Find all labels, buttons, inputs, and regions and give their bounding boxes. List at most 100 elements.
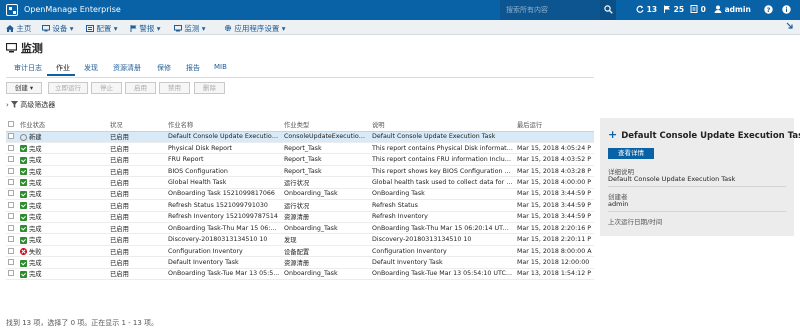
row-checkbox[interactable] xyxy=(6,222,18,235)
job-state: 已启用 xyxy=(108,268,166,281)
stop-button[interactable]: 停止 xyxy=(91,82,122,94)
job-description: OnBoarding Task-Thu Mar 15 06:20:14 UTC … xyxy=(370,222,515,235)
col-header-description[interactable]: 说明 xyxy=(370,118,515,132)
settings-button[interactable] xyxy=(782,5,791,16)
col-header-name[interactable]: 作业名称 xyxy=(166,118,282,132)
alerts-indicator[interactable]: 25 xyxy=(663,5,684,14)
job-type: 资源清册 xyxy=(282,256,370,269)
row-checkbox[interactable] xyxy=(6,176,18,189)
warranty-indicator[interactable]: 0 xyxy=(690,5,706,14)
job-status-cell: 完成 xyxy=(18,268,108,281)
panel-title-text: Default Console Update Execution Task xyxy=(621,131,800,141)
search-input[interactable]: 搜索所有内容 xyxy=(500,0,600,20)
table-row[interactable]: 完成 已启用 BIOS Configuration Report_Task This r… xyxy=(6,165,594,178)
user-menu[interactable]: admin xyxy=(714,5,751,14)
devices-icon xyxy=(42,25,50,32)
detail-panel: + Default Console Update Execution Task 查… xyxy=(600,118,800,236)
row-checkbox[interactable] xyxy=(6,211,18,224)
jobs-count: 13 xyxy=(646,5,658,14)
job-last-run: Mar 15, 2018 12:00:00 xyxy=(515,256,594,269)
job-last-run: Mar 15, 2018 4:03:28 P xyxy=(515,165,594,178)
job-description: This report contains Physical Disk infor… xyxy=(370,142,515,155)
menu-monitor[interactable]: 监测 ▾ xyxy=(174,23,206,34)
detail-last-run-label: 上次运行日期/时间 xyxy=(608,218,663,226)
table-row[interactable]: 完成 已启用 Physical Disk Report Report_Task This… xyxy=(6,142,594,155)
enable-button[interactable]: 启用 xyxy=(125,82,156,94)
user-name: admin xyxy=(724,5,751,14)
job-status: 完成 xyxy=(29,168,42,176)
row-checkbox[interactable] xyxy=(6,268,18,281)
menu-home[interactable]: 主页 xyxy=(6,23,31,34)
row-checkbox[interactable] xyxy=(6,131,18,143)
check-icon xyxy=(20,213,27,221)
create-button[interactable]: 创建 ▾ xyxy=(6,82,42,94)
detail-description-value: Default Console Update Execution Task xyxy=(608,175,736,183)
jobs-table-body: 新建 已启用 Default Console Update Execution ..… xyxy=(6,131,594,281)
chevron-down-icon: ▾ xyxy=(113,24,118,33)
search-button[interactable] xyxy=(600,0,616,20)
plus-icon: + xyxy=(608,128,618,141)
menu-devices[interactable]: 设备 ▾ xyxy=(42,23,74,34)
table-row[interactable]: 完成 已启用 Default Inventory Task 资源清册 Default I… xyxy=(6,256,594,269)
row-checkbox[interactable] xyxy=(6,199,18,212)
view-details-button[interactable]: 查看详情 xyxy=(608,148,654,159)
gear-icon xyxy=(224,24,232,32)
job-status: 完成 xyxy=(29,191,42,199)
row-checkbox[interactable] xyxy=(6,245,18,258)
job-description: Refresh Status xyxy=(370,199,515,212)
job-description: OnBoarding Task-Tue Mar 13 05:54:10 UTC … xyxy=(370,268,515,281)
help-button[interactable]: ? xyxy=(764,5,773,16)
col-header-type[interactable]: 作业类型 xyxy=(282,118,370,132)
table-row[interactable]: 完成 已启用 Global Health Task 运行状况 Global health… xyxy=(6,176,594,189)
table-row[interactable]: 完成 已启用 Discovery-20180313134510 10 发现 Discov… xyxy=(6,233,594,246)
advanced-filter-toggle[interactable]: › 高级筛选器 xyxy=(6,100,55,110)
check-icon xyxy=(20,259,27,267)
table-row[interactable]: 完成 已启用 OnBoarding Task 1521099817066 Onboar… xyxy=(6,188,594,201)
monitor-icon xyxy=(5,42,18,53)
row-checkbox[interactable] xyxy=(6,188,18,201)
col-header-status[interactable]: 作业状态 xyxy=(18,118,108,132)
job-type: 运行状况 xyxy=(282,176,370,189)
row-checkbox[interactable] xyxy=(6,142,18,155)
menu-alerts[interactable]: 警报 ▾ xyxy=(130,23,161,34)
tab-reports[interactable]: 报告 xyxy=(186,63,200,73)
row-checkbox[interactable] xyxy=(6,153,18,166)
jobs-indicator[interactable]: 13 xyxy=(636,5,657,14)
table-row[interactable]: 新建 已启用 Default Console Update Execution ..… xyxy=(6,131,594,143)
menu-app-settings[interactable]: 应用程序设置 ▾ xyxy=(224,23,286,34)
menu-app-settings-label: 应用程序设置 xyxy=(234,24,280,33)
tab-mib[interactable]: MIB xyxy=(214,63,227,71)
tab-warranty[interactable]: 保修 xyxy=(157,63,171,73)
tab-jobs[interactable]: 作业 xyxy=(56,63,70,73)
job-status-cell: 完成 xyxy=(18,199,108,212)
collapse-button[interactable] xyxy=(786,22,794,32)
tab-audit-log[interactable]: 审计日志 xyxy=(14,63,42,73)
job-status: 完成 xyxy=(29,225,42,233)
menu-configuration[interactable]: 配置 ▾ xyxy=(86,23,118,34)
check-icon xyxy=(20,156,27,164)
tab-inventory[interactable]: 资源清册 xyxy=(113,63,141,73)
col-header-state[interactable]: 状况 xyxy=(108,118,166,132)
run-now-button[interactable]: 立即运行 xyxy=(48,82,88,94)
config-icon xyxy=(86,25,94,32)
table-row[interactable]: 失败 已启用 Configuration Inventory 设备配置 Configur… xyxy=(6,245,594,258)
disable-button[interactable]: 禁用 xyxy=(159,82,190,94)
table-row[interactable]: 完成 已启用 OnBoarding Task-Tue Mar 13 05:5... O… xyxy=(6,268,594,281)
table-row[interactable]: 完成 已启用 FRU Report Report_Task This report co… xyxy=(6,153,594,166)
select-all-checkbox[interactable] xyxy=(6,118,18,132)
panel-divider xyxy=(608,186,786,187)
table-row[interactable]: 完成 已启用 Refresh Inventory 1521099787514 资源清册… xyxy=(6,211,594,224)
table-row[interactable]: 完成 已启用 Refresh Status 1521099791030 运行状况 Ref… xyxy=(6,199,594,212)
row-checkbox[interactable] xyxy=(6,233,18,246)
filter-icon xyxy=(11,101,19,108)
delete-button[interactable]: 删除 xyxy=(194,82,225,94)
tab-discovery[interactable]: 发现 xyxy=(84,63,98,73)
page-title-text: 监测 xyxy=(20,42,43,55)
row-checkbox[interactable] xyxy=(6,165,18,178)
job-type: 发现 xyxy=(282,233,370,246)
job-status-cell: 完成 xyxy=(18,188,108,201)
col-header-last-run[interactable]: 最后运行 xyxy=(515,118,594,132)
user-icon xyxy=(714,5,722,13)
row-checkbox[interactable] xyxy=(6,256,18,269)
table-row[interactable]: 完成 已启用 OnBoarding Task-Thu Mar 15 06:2... O… xyxy=(6,222,594,235)
